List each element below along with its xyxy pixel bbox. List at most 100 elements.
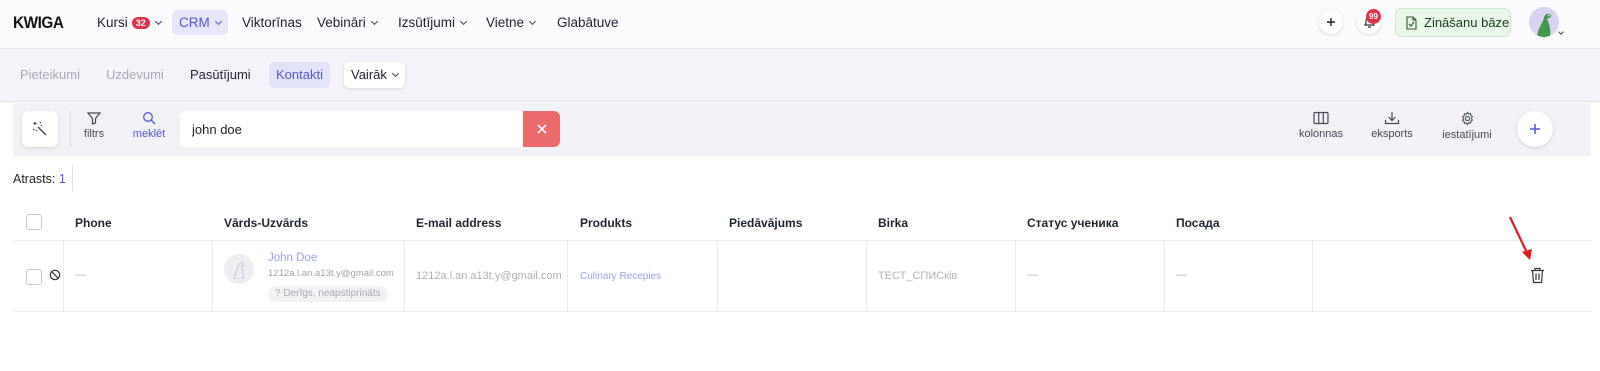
filter-button[interactable]: filtrs (80, 111, 108, 140)
nav-item-crm[interactable]: CRM (172, 10, 228, 35)
nav-item-webinars[interactable]: Vebināri (310, 10, 384, 35)
cell-email: 1212a.l.an.a13t.y@gmail.com (416, 270, 562, 282)
chevron-down-icon (391, 69, 399, 78)
export-label: eksports (1371, 128, 1413, 140)
chevron-down-icon (459, 17, 468, 26)
nav-item-courses[interactable]: Kursi 32 (90, 10, 168, 35)
chevron-down-icon (154, 17, 162, 26)
nav-item-label: Glabātuve (557, 15, 619, 30)
email-status-badge: ? Derīgs, neapstiprināts (268, 286, 388, 302)
filter-label: filtrs (83, 128, 105, 140)
user-avatar[interactable] (1529, 7, 1559, 37)
search-input[interactable] (180, 111, 524, 147)
subnav-item-orders[interactable]: Pasūtījumi (183, 62, 258, 88)
cell-position: — (1176, 269, 1187, 281)
filter-icon (87, 112, 101, 125)
close-icon (536, 124, 547, 134)
select-all-checkbox[interactable] (26, 214, 42, 230)
table-header: Phone Vārds-Uzvārds E-mail address Produ… (13, 206, 1591, 241)
dinosaur-avatar-icon (233, 261, 245, 279)
nav-item-label: Vebināri (317, 15, 366, 30)
settings-label: iestatījumi (1442, 129, 1492, 141)
column-divider (1164, 241, 1165, 312)
results-count: Atrasts: 1 (13, 172, 66, 186)
cell-tag: ТЕСТ_СПИСків (878, 270, 958, 282)
column-header-tag[interactable]: Birka (878, 216, 908, 230)
contact-avatar[interactable] (224, 254, 254, 284)
subnav-more-label: Vairāk (351, 67, 387, 82)
courses-count-badge: 32 (131, 17, 150, 29)
nav-item-label: Izsūtījumi (398, 15, 456, 30)
magic-wand-icon (32, 121, 47, 136)
product-link[interactable]: Culinary Recepies (580, 271, 661, 282)
columns-button[interactable]: kolonnas (1297, 111, 1345, 140)
contact-name-link[interactable]: John Doe (268, 252, 317, 264)
plus-icon (1327, 18, 1335, 26)
search-toggle-button[interactable]: meklēt (131, 111, 167, 140)
notifications-badge: 99 (1366, 9, 1381, 24)
knowledge-base-label: Zināšanu bāze (1424, 15, 1510, 30)
column-divider (567, 241, 568, 312)
block-icon[interactable] (49, 269, 61, 281)
sub-navbar: Pieteikumi Uzdevumi Pasūtījumi Kontakti … (0, 49, 1600, 102)
search-label: meklēt (132, 128, 166, 140)
column-divider (866, 241, 867, 312)
nav-item-mailings[interactable]: Izsūtījumi (391, 10, 473, 35)
magic-wand-button[interactable] (22, 111, 58, 147)
subnav-more-dropdown[interactable]: Vairāk (344, 62, 405, 88)
column-divider (717, 241, 718, 312)
table-row[interactable]: — John Doe 1212a.l.an.a13t.y@gmail.com ?… (13, 241, 1591, 312)
gear-icon (1461, 111, 1473, 126)
contact-email-subtext: 1212a.l.an.a13t.y@gmail.com (268, 268, 394, 279)
export-button[interactable]: eksports (1369, 111, 1415, 140)
subnav-item-contacts[interactable]: Kontakti (269, 62, 330, 88)
column-divider (212, 241, 213, 312)
column-header-name[interactable]: Vārds-Uzvārds (224, 216, 308, 230)
search-icon (143, 112, 156, 125)
column-header-phone[interactable]: Phone (75, 216, 112, 230)
dinosaur-avatar-icon (1537, 13, 1552, 37)
book-icon (1406, 16, 1417, 30)
results-number: 1 (58, 172, 66, 186)
chevron-down-icon (370, 17, 378, 26)
column-header-email[interactable]: E-mail address (416, 216, 501, 230)
column-divider (63, 241, 64, 312)
plus-icon (1530, 124, 1540, 134)
cell-phone: — (75, 269, 86, 281)
subnav-item-tasks[interactable]: Uzdevumi (99, 62, 171, 88)
settings-button[interactable]: iestatījumi (1439, 111, 1495, 141)
column-header-product[interactable]: Produkts (580, 216, 632, 230)
chevron-down-icon (529, 17, 537, 26)
column-header-position[interactable]: Посада (1176, 216, 1220, 230)
nav-item-label: Vietne (486, 15, 525, 30)
column-header-student-status[interactable]: Статус ученика (1027, 216, 1118, 230)
contacts-toolbar: filtrs meklēt kolonnas eksports iestatīj… (13, 103, 1591, 156)
column-divider (1015, 241, 1016, 312)
results-label: Atrasts: (13, 172, 56, 186)
knowledge-base-button[interactable]: Zināšanu bāze (1395, 8, 1511, 37)
column-divider (404, 241, 405, 312)
nav-item-label: Viktorīnas (242, 15, 302, 30)
trash-icon[interactable] (1530, 267, 1545, 284)
row-select-checkbox[interactable] (26, 269, 42, 285)
annotation-arrow-icon (1509, 216, 1532, 260)
clear-search-button[interactable] (523, 111, 560, 147)
columns-label: kolonnas (1298, 128, 1344, 140)
download-icon (1384, 112, 1400, 125)
nav-item-storage[interactable]: Glabātuve (550, 10, 626, 35)
results-divider (72, 165, 73, 191)
chevron-down-icon (214, 17, 222, 26)
cell-student-status: — (1027, 269, 1038, 281)
column-divider (1312, 241, 1313, 312)
columns-icon (1313, 111, 1329, 125)
nav-item-website[interactable]: Vietne (479, 10, 542, 35)
column-header-offer[interactable]: Piedāvājums (729, 216, 802, 230)
nav-item-label: Kursi (97, 15, 128, 30)
nav-item-quizzes[interactable]: Viktorīnas (235, 10, 309, 35)
subnav-item-applications[interactable]: Pieteikumi (13, 62, 87, 88)
toolbar-divider (70, 111, 71, 147)
add-contact-button[interactable] (1517, 111, 1553, 147)
add-button[interactable] (1319, 10, 1343, 34)
chevron-down-icon (1558, 29, 1564, 35)
app-logo[interactable]: KWIGA (13, 13, 64, 33)
